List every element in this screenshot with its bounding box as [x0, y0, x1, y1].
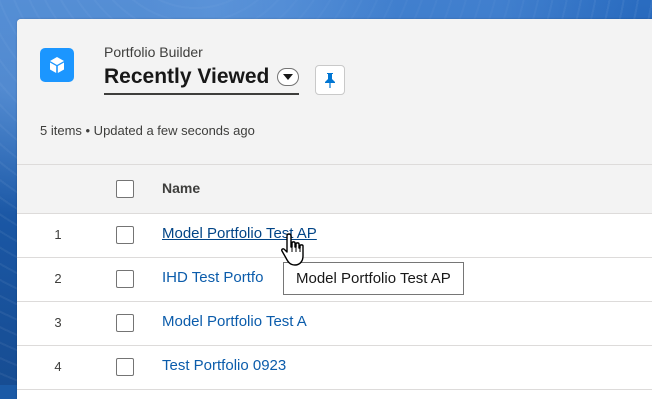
- row-checkbox[interactable]: [116, 226, 134, 244]
- chevron-down-icon: [283, 73, 294, 80]
- table-row: 3 Model Portfolio Test A: [17, 302, 652, 346]
- record-link[interactable]: IHD Test Portfo: [162, 269, 263, 286]
- row-number: 2: [54, 271, 62, 286]
- list-meta-status: 5 items • Updated a few seconds ago: [40, 123, 255, 138]
- pin-icon: [325, 73, 336, 88]
- list-view-header: Portfolio Builder Recently Viewed 5 item…: [17, 19, 652, 165]
- list-view-selector[interactable]: Recently Viewed: [104, 65, 300, 95]
- list-view-dropdown-button[interactable]: [277, 68, 300, 86]
- list-title-row: Recently Viewed: [104, 65, 346, 95]
- row-checkbox[interactable]: [116, 358, 134, 376]
- app-name: Portfolio Builder: [104, 44, 203, 60]
- pin-list-button[interactable]: [315, 65, 346, 95]
- record-link[interactable]: Test Portfolio 0923: [162, 357, 286, 374]
- portfolio-app-icon: [40, 48, 74, 82]
- column-header-name[interactable]: Name: [162, 180, 200, 196]
- row-checkbox[interactable]: [116, 314, 134, 332]
- list-view-panel: Portfolio Builder Recently Viewed 5 item…: [17, 19, 652, 399]
- hand-pointer-cursor-icon: [281, 233, 304, 266]
- row-checkbox[interactable]: [116, 270, 134, 288]
- link-tooltip: Model Portfolio Test AP: [283, 262, 464, 295]
- row-number: 1: [54, 227, 62, 242]
- table-header-row: Name: [17, 165, 652, 214]
- table-row: 4 Test Portfolio 0923: [17, 346, 652, 390]
- select-all-checkbox[interactable]: [116, 180, 134, 198]
- row-number: 4: [54, 359, 62, 374]
- list-title: Recently Viewed: [104, 65, 270, 88]
- table-row: 1 Model Portfolio Test AP: [17, 214, 652, 258]
- row-number: 3: [54, 315, 62, 330]
- record-link[interactable]: Model Portfolio Test A: [162, 313, 307, 330]
